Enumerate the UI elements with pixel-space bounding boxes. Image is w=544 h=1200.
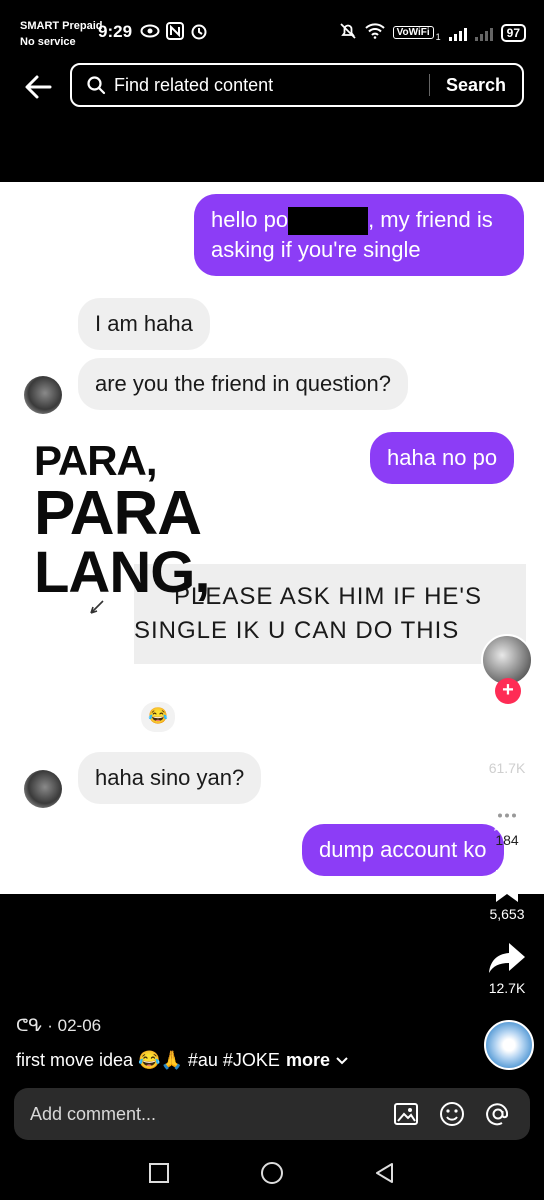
username[interactable]: ᕦᕴ	[16, 1016, 43, 1035]
back-triangle-icon[interactable]	[372, 1160, 398, 1186]
service-status: No service	[20, 36, 76, 48]
mute-bell-icon	[339, 22, 357, 43]
more-button[interactable]: more	[286, 1050, 330, 1071]
search-button[interactable]: Search	[430, 75, 522, 96]
status-icons-right: VoWiFi 1 97	[339, 22, 526, 43]
chat-text: dump account ko	[319, 837, 487, 862]
status-bar: SMART Prepaid No service 9:29 VoWiFi 1 9…	[0, 0, 544, 56]
overlay-line: LANG,	[34, 540, 210, 605]
caption-text: first move idea 😂🙏 #au #JOKE	[16, 1050, 280, 1070]
overlay-caption-text: PARA, PARA LANG,	[34, 437, 210, 605]
alarm-icon	[190, 22, 208, 45]
chat-bubble-incoming: are you the friend in question?	[78, 358, 408, 410]
chat-bubble-incoming: haha sino yan?	[78, 752, 262, 804]
signal-no-service-icon	[474, 25, 493, 41]
carrier-info: SMART Prepaid No service	[20, 18, 103, 50]
comment-count: 184	[495, 832, 519, 848]
chat-text: haha no po	[387, 445, 498, 470]
system-nav-bar	[0, 1146, 544, 1200]
save-count: 5,653	[489, 906, 525, 922]
sender-avatar	[24, 770, 62, 808]
chevron-down-icon[interactable]	[336, 1050, 348, 1071]
search-input[interactable]: Find related content	[114, 75, 429, 96]
chat-text: I am haha	[95, 311, 193, 336]
username-line[interactable]: ᕦᕴ · 02-06	[16, 1016, 101, 1036]
comment-input[interactable]: Add comment...	[30, 1104, 392, 1125]
vowifi-sim-number: 1	[435, 31, 441, 42]
image-icon[interactable]	[392, 1100, 420, 1128]
bookmark-icon[interactable]	[487, 868, 527, 904]
music-disc-icon[interactable]	[484, 1020, 534, 1070]
like-count: 61.7K	[488, 760, 526, 776]
redaction-box	[288, 207, 369, 236]
chat-text: haha sino yan?	[95, 765, 245, 790]
reply-text-line: SINGLE IK U CAN DO THIS	[134, 617, 460, 644]
eye-icon	[140, 22, 160, 45]
chat-bubble-incoming: I am haha	[78, 298, 210, 350]
back-arrow-icon[interactable]	[22, 70, 56, 104]
emoji-reaction: 😂	[141, 702, 175, 732]
follow-plus-button[interactable]: +	[495, 678, 521, 704]
chat-text: are you the friend in question?	[95, 371, 391, 396]
heart-icon[interactable]	[487, 722, 527, 758]
comment-bar[interactable]: Add comment...	[14, 1088, 530, 1140]
chat-bubble-outgoing: haha no po	[370, 432, 515, 484]
recents-square-icon[interactable]	[146, 1160, 172, 1186]
search-icon	[86, 75, 106, 95]
wifi-icon	[364, 23, 385, 42]
status-icons-left	[140, 22, 208, 45]
search-bar[interactable]: Find related content Search	[70, 63, 524, 107]
sender-avatar	[24, 376, 62, 414]
mention-icon[interactable]	[484, 1100, 512, 1128]
post-date: · 02-06	[47, 1016, 102, 1035]
signal-strength-icon	[448, 25, 467, 41]
comment-icon[interactable]	[487, 798, 527, 834]
home-circle-icon[interactable]	[259, 1160, 285, 1186]
caption[interactable]: first move idea 😂🙏 #au #JOKE more	[16, 1050, 348, 1071]
clock: 9:29	[98, 22, 133, 41]
chat-text: hello po	[211, 207, 289, 232]
vowifi-badge: VoWiFi	[392, 26, 434, 39]
chat-bubble-outgoing: hello po, my friend is asking if you're …	[194, 194, 524, 277]
overlay-line: PARA	[34, 479, 202, 548]
carrier-name: SMART Prepaid	[20, 20, 103, 32]
battery-indicator: 97	[500, 23, 526, 42]
nfc-icon	[166, 22, 184, 45]
share-count: 12.7K	[488, 980, 526, 996]
emoji-icon[interactable]	[438, 1100, 466, 1128]
video-player[interactable]: hello po, my friend is asking if you're …	[0, 182, 544, 894]
share-icon[interactable]	[487, 940, 527, 976]
overlay-line: PARA,	[34, 437, 158, 484]
